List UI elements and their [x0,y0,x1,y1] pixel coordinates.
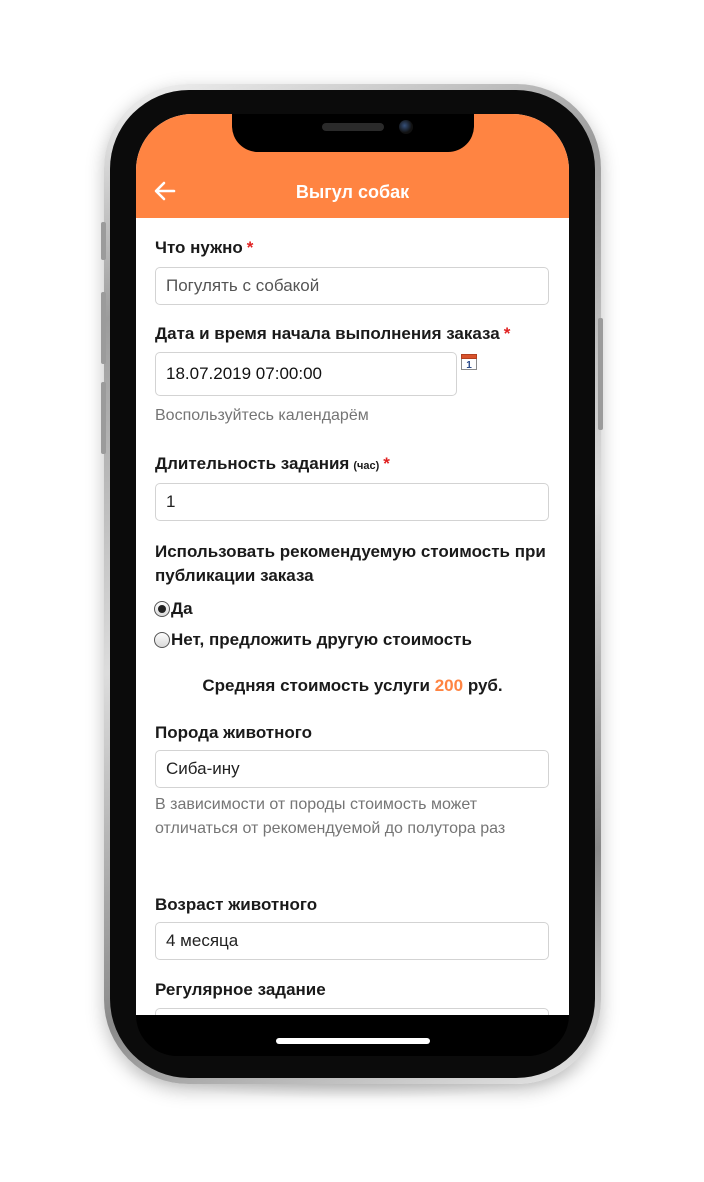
required-mark: * [246,238,254,257]
duration-unit: (час) [353,460,380,472]
bottom-bezel [136,1015,569,1056]
need-label-text: Что нужно [155,238,243,257]
duration-label: Длительность задания (час) * [155,454,390,474]
volume-up-button [101,292,106,364]
mute-switch [101,222,106,260]
earpiece-speaker [322,123,384,131]
age-input[interactable] [155,922,549,960]
breed-label: Порода животного [155,723,313,742]
required-mark: * [383,454,390,473]
regular-select[interactable] [155,1008,549,1015]
recommended-price-question: Использовать рекомендуемую стоимость при… [155,542,546,585]
radio-no-label: Нет, предложить другую стоимость [171,630,472,649]
age-label: Возраст животного [155,895,318,914]
radio-yes-label: Да [171,599,193,618]
average-price-line: Средняя стоимость услуги 200 руб. [136,676,569,696]
page-title: Выгул собак [295,182,410,202]
average-price-value: 200 [434,676,464,695]
breed-input[interactable] [155,750,549,788]
average-price-suffix: руб. [467,676,503,695]
home-indicator[interactable] [276,1038,430,1044]
front-camera [399,120,413,134]
start-datetime-label-text: Дата и время начала выполнения заказа [155,324,500,343]
screen: Выгул собак Что нужно* Дата и время нача… [136,114,569,1015]
breed-hint: В зависимости от породы стоимость может … [155,796,506,837]
required-mark: * [503,324,511,343]
radio-yes[interactable]: Да [154,599,193,619]
radio-no[interactable]: Нет, предложить другую стоимость [154,630,472,650]
duration-input[interactable] [155,483,549,521]
average-price-prefix: Средняя стоимость услуги [202,676,430,695]
need-input[interactable] [155,267,549,305]
start-datetime-hint: Воспользуйтесь календарём [155,407,369,424]
need-label: Что нужно * [155,238,253,258]
calendar-icon[interactable]: 1 [461,354,477,370]
power-button [598,318,603,430]
duration-label-text: Длительность задания [155,454,350,473]
volume-down-button [101,382,106,454]
radio-yes-control[interactable] [154,601,170,617]
regular-label: Регулярное задание [155,980,326,999]
start-datetime-input[interactable] [155,352,457,396]
radio-no-control[interactable] [154,632,170,648]
calendar-day: 1 [466,360,472,370]
notch [232,114,474,152]
start-datetime-label: Дата и время начала выполнения заказа * [155,324,510,344]
